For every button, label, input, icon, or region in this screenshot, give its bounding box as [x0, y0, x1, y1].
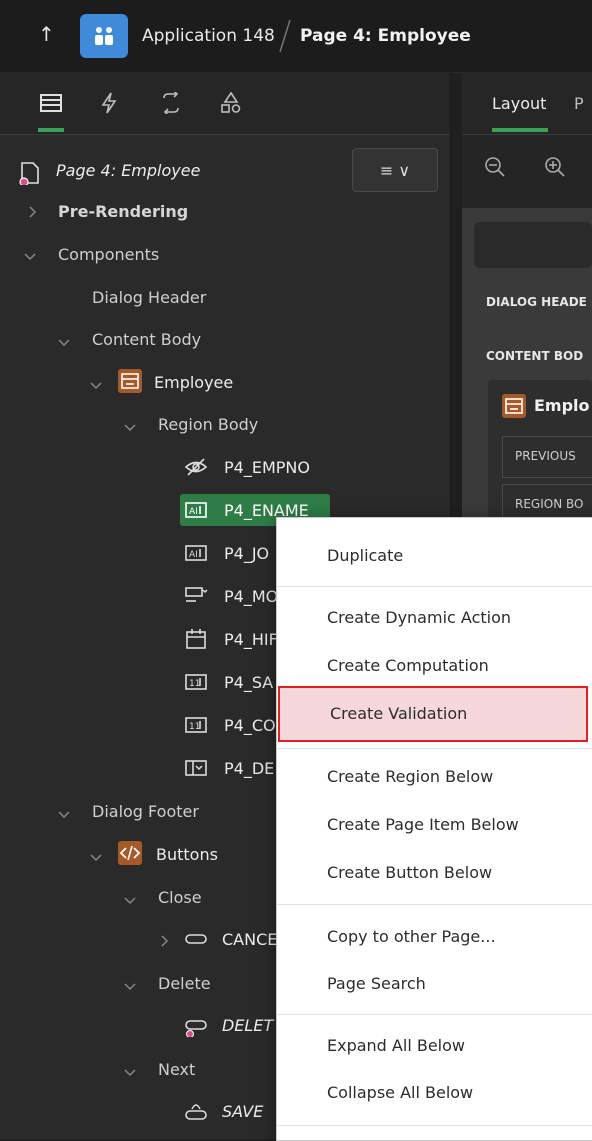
menu-item-create-computation[interactable]: Create Computation: [277, 644, 592, 688]
tree-delete-button[interactable]: DELET: [222, 1016, 273, 1035]
tree-components[interactable]: Components: [58, 245, 159, 264]
tree-menu-button[interactable]: ≡ ∨: [352, 148, 438, 192]
menu-separator: [277, 1125, 592, 1126]
menu-item-create-region-below[interactable]: Create Region Below: [277, 755, 592, 799]
chevron-down-icon[interactable]: [90, 851, 102, 863]
text-field-icon: AI: [184, 498, 208, 522]
popup-lov-icon: [184, 756, 208, 780]
svg-text:AI: AI: [189, 550, 198, 560]
chevron-down-icon[interactable]: [124, 894, 136, 906]
tree-item[interactable]: P4_EMPNO: [224, 458, 310, 477]
tree-delete-position[interactable]: Delete: [158, 974, 211, 993]
tree-item[interactable]: P4_HIF: [224, 630, 278, 649]
calendar-icon: [184, 627, 208, 651]
users-icon: [95, 27, 113, 45]
chevron-right-icon[interactable]: [26, 206, 38, 218]
hidden-item-icon: [184, 455, 208, 479]
page-breadcrumb[interactable]: Page 4: Employee: [300, 26, 471, 46]
tree-item[interactable]: P4_MO: [224, 587, 278, 606]
menu-item-collapse-all-below[interactable]: Collapse All Below: [277, 1071, 592, 1115]
number-field-icon: 11: [184, 670, 208, 694]
active-tab-indicator: [492, 128, 548, 132]
chevron-down-icon[interactable]: [24, 250, 36, 262]
page-icon: [19, 162, 39, 185]
active-tab-indicator: [38, 128, 64, 132]
region-icon: [118, 369, 142, 393]
tree-region-body[interactable]: Region Body: [158, 415, 258, 434]
number-field-icon: 11: [184, 713, 208, 737]
chevron-down-icon[interactable]: [58, 336, 70, 348]
menu-item-create-dynamic-action[interactable]: Create Dynamic Action: [277, 596, 592, 640]
layout-region-body-label: REGION BO: [515, 497, 584, 511]
layout-dialog-header[interactable]: DIALOG HEADE: [486, 295, 587, 309]
tab-layout[interactable]: Layout: [492, 94, 546, 113]
tab-page-search[interactable]: P: [574, 94, 584, 113]
tree-item[interactable]: P4_DE: [224, 759, 274, 778]
menu-item-duplicate[interactable]: Duplicate: [277, 534, 592, 578]
chevron-down-icon[interactable]: [58, 808, 70, 820]
back-arrow-icon[interactable]: ↑: [38, 22, 55, 46]
svg-text:11: 11: [189, 722, 200, 732]
application-breadcrumb[interactable]: Application 148: [142, 26, 275, 46]
menu-item-copy-to-other-page[interactable]: Copy to other Page...: [277, 915, 592, 959]
rendering-icon[interactable]: [38, 90, 64, 116]
save-button-icon: [184, 1099, 208, 1123]
svg-text:AI: AI: [189, 507, 198, 517]
svg-text:11: 11: [189, 679, 200, 689]
menu-item-create-page-item-below[interactable]: Create Page Item Below: [277, 803, 592, 847]
layout-toolbar[interactable]: [474, 222, 592, 268]
tree-dialog-header[interactable]: Dialog Header: [92, 288, 206, 307]
text-field-icon: AI: [184, 541, 208, 565]
chevron-right-icon[interactable]: [158, 935, 170, 947]
dynamic-actions-icon[interactable]: [96, 90, 122, 116]
tree-buttons-region[interactable]: Buttons: [156, 845, 218, 864]
menu-item-create-button-below[interactable]: Create Button Below: [277, 851, 592, 895]
tree-item[interactable]: P4_CO: [224, 716, 276, 735]
layout-region-title[interactable]: Emplo: [534, 396, 590, 415]
application-icon[interactable]: [80, 14, 128, 58]
button-icon: [184, 927, 208, 951]
menu-separator: [277, 904, 592, 905]
tree-pre-rendering[interactable]: Pre-Rendering: [58, 202, 188, 221]
zoom-out-icon[interactable]: [484, 156, 506, 178]
button-icon: [184, 1013, 208, 1038]
shared-components-icon[interactable]: [218, 90, 244, 116]
region-icon: [502, 394, 526, 418]
layout-tabstrip: Layout P: [462, 72, 592, 135]
tree-close-position[interactable]: Close: [158, 888, 202, 907]
context-menu: Duplicate Create Dynamic Action Create C…: [276, 517, 592, 1141]
menu-separator: [277, 1014, 592, 1015]
menu-item-create-validation[interactable]: Create Validation: [278, 686, 588, 742]
menu-item-expand-all-below[interactable]: Expand All Below: [277, 1024, 592, 1068]
chevron-down-icon[interactable]: [124, 1066, 136, 1078]
breadcrumb-separator-icon: [279, 19, 291, 53]
layout-previous-slot[interactable]: PREVIOUS: [502, 436, 592, 478]
tree-item[interactable]: P4_SA: [224, 673, 273, 692]
menu-item-page-search[interactable]: Page Search: [277, 962, 592, 1006]
tree-next-position[interactable]: Next: [158, 1060, 195, 1079]
select-list-icon: [184, 584, 208, 608]
tree-content-body[interactable]: Content Body: [92, 330, 201, 349]
layout-previous-label: PREVIOUS: [515, 449, 576, 463]
top-bar: ↑ Application 148 Page 4: Employee: [0, 0, 592, 73]
chevron-down-icon[interactable]: [90, 379, 102, 391]
page-node-label[interactable]: Page 4: Employee: [56, 161, 200, 180]
tree-employee-region[interactable]: Employee: [154, 373, 233, 392]
menu-separator: [277, 748, 592, 749]
left-tabstrip: [0, 72, 450, 135]
tree-save-button[interactable]: SAVE: [222, 1102, 263, 1121]
menu-separator: [277, 586, 592, 587]
chevron-down-icon[interactable]: [124, 421, 136, 433]
code-region-icon: [118, 841, 142, 865]
tree-dialog-footer[interactable]: Dialog Footer: [92, 802, 199, 821]
processing-icon[interactable]: [158, 90, 184, 116]
tree-item[interactable]: P4_JO: [224, 544, 269, 563]
zoom-in-icon[interactable]: [544, 156, 566, 178]
tree-cancel-button[interactable]: CANCE: [222, 930, 277, 949]
layout-content-body[interactable]: CONTENT BOD: [486, 349, 583, 363]
chevron-down-icon[interactable]: [124, 980, 136, 992]
